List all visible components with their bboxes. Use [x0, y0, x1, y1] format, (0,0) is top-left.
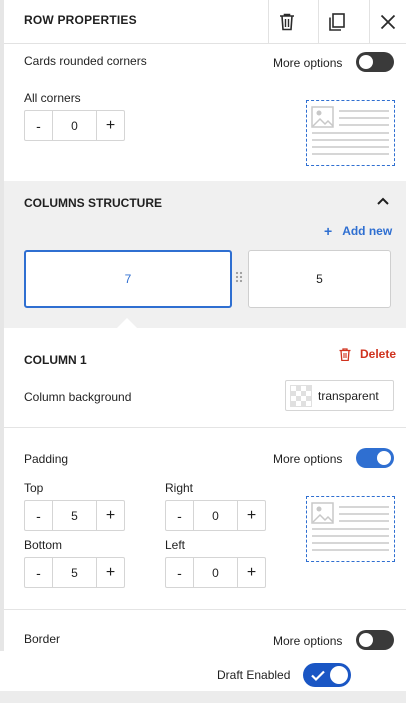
- draft-enabled-label: Draft Enabled: [217, 668, 291, 682]
- chevron-up-icon: [377, 197, 389, 205]
- padding-bottom-increment-button[interactable]: +: [96, 558, 124, 587]
- padding-right-stepper: - 0 +: [165, 500, 266, 531]
- transparent-swatch: [290, 384, 312, 407]
- plus-icon: +: [324, 223, 333, 239]
- padding-bottom-value[interactable]: 5: [53, 558, 96, 587]
- image-placeholder-icon: [311, 502, 389, 551]
- corners-preview: [306, 100, 395, 166]
- delete-row-button[interactable]: [268, 0, 305, 44]
- padding-left-increment-button[interactable]: +: [237, 558, 265, 587]
- padding-top-increment-button[interactable]: +: [96, 501, 124, 530]
- close-button[interactable]: [369, 0, 406, 44]
- padding-top-label: Top: [24, 481, 44, 495]
- rounded-more-options-label: More options: [273, 56, 343, 70]
- padding-label: Padding: [24, 452, 69, 466]
- padding-bottom-stepper: - 5 +: [24, 557, 125, 588]
- all-corners-decrement-button[interactable]: -: [25, 111, 53, 140]
- panel-title: ROW PROPERTIES: [24, 13, 137, 27]
- close-icon: [380, 14, 396, 30]
- divider: [4, 609, 406, 610]
- delete-column-button[interactable]: Delete: [339, 347, 396, 361]
- border-more-options-toggle[interactable]: [356, 630, 394, 650]
- toggle-knob: [330, 666, 348, 684]
- padding-left-stepper: - 0 +: [165, 557, 266, 588]
- column-background-label: Column background: [24, 390, 132, 404]
- copy-icon: [329, 13, 345, 31]
- rounded-corners-label: Cards rounded corners: [24, 54, 147, 68]
- duplicate-row-button[interactable]: [318, 0, 355, 44]
- padding-right-increment-button[interactable]: +: [237, 501, 265, 530]
- padding-left-label: Left: [165, 538, 186, 552]
- padding-preview: [306, 496, 395, 562]
- padding-left-decrement-button[interactable]: -: [166, 558, 194, 587]
- all-corners-stepper: - 0 +: [24, 110, 125, 141]
- padding-right-label: Right: [165, 481, 194, 495]
- padding-left-value[interactable]: 0: [194, 558, 237, 587]
- column-1-box[interactable]: 7: [24, 250, 232, 308]
- column-2-box[interactable]: 5: [248, 250, 391, 308]
- trash-icon: [339, 347, 351, 361]
- border-label: Border: [24, 632, 61, 646]
- padding-top-stepper: - 5 +: [24, 500, 125, 531]
- padding-bottom-decrement-button[interactable]: -: [25, 558, 53, 587]
- toggle-knob: [359, 633, 373, 647]
- padding-top-value[interactable]: 5: [53, 501, 96, 530]
- column-background-color-picker[interactable]: transparent: [285, 380, 394, 411]
- padding-more-options-label: More options: [273, 452, 343, 466]
- trash-icon: [280, 13, 294, 31]
- padding-bottom-label: Bottom: [24, 538, 63, 552]
- column-1-width: 7: [124, 272, 132, 286]
- panel-header: ROW PROPERTIES: [4, 0, 406, 44]
- selected-column-pointer: [117, 318, 137, 328]
- column-2-width: 5: [316, 272, 323, 286]
- rounded-more-options-toggle[interactable]: [356, 52, 394, 72]
- drag-handle-icon: [235, 271, 243, 283]
- divider: [4, 427, 406, 428]
- all-corners-value[interactable]: 0: [53, 111, 96, 140]
- row-properties-panel: ROW PROPERTIES Cards rounded corners Mor…: [4, 0, 406, 651]
- column-title: COLUMN 1: [24, 353, 87, 367]
- delete-column-label: Delete: [360, 347, 397, 361]
- draft-enabled-toggle[interactable]: [303, 663, 351, 687]
- add-new-label: Add new: [342, 224, 393, 238]
- checkmark-icon: [311, 670, 325, 682]
- all-corners-label: All corners: [24, 91, 81, 105]
- columns-structure-title: COLUMNS STRUCTURE: [24, 196, 162, 210]
- padding-right-decrement-button[interactable]: -: [166, 501, 194, 530]
- padding-more-options-toggle[interactable]: [356, 448, 394, 468]
- add-column-button[interactable]: + Add new: [324, 223, 392, 239]
- padding-right-value[interactable]: 0: [194, 501, 237, 530]
- column-resize-handle[interactable]: [235, 270, 243, 286]
- toggle-knob: [359, 55, 373, 69]
- border-more-options-label: More options: [273, 634, 343, 648]
- column-background-value: transparent: [318, 388, 379, 403]
- footer-bottom-strip: [0, 691, 406, 703]
- toggle-knob: [377, 451, 391, 465]
- all-corners-increment-button[interactable]: +: [96, 111, 124, 140]
- collapse-columns-button[interactable]: [376, 194, 390, 208]
- image-placeholder-icon: [311, 106, 389, 155]
- padding-top-decrement-button[interactable]: -: [25, 501, 53, 530]
